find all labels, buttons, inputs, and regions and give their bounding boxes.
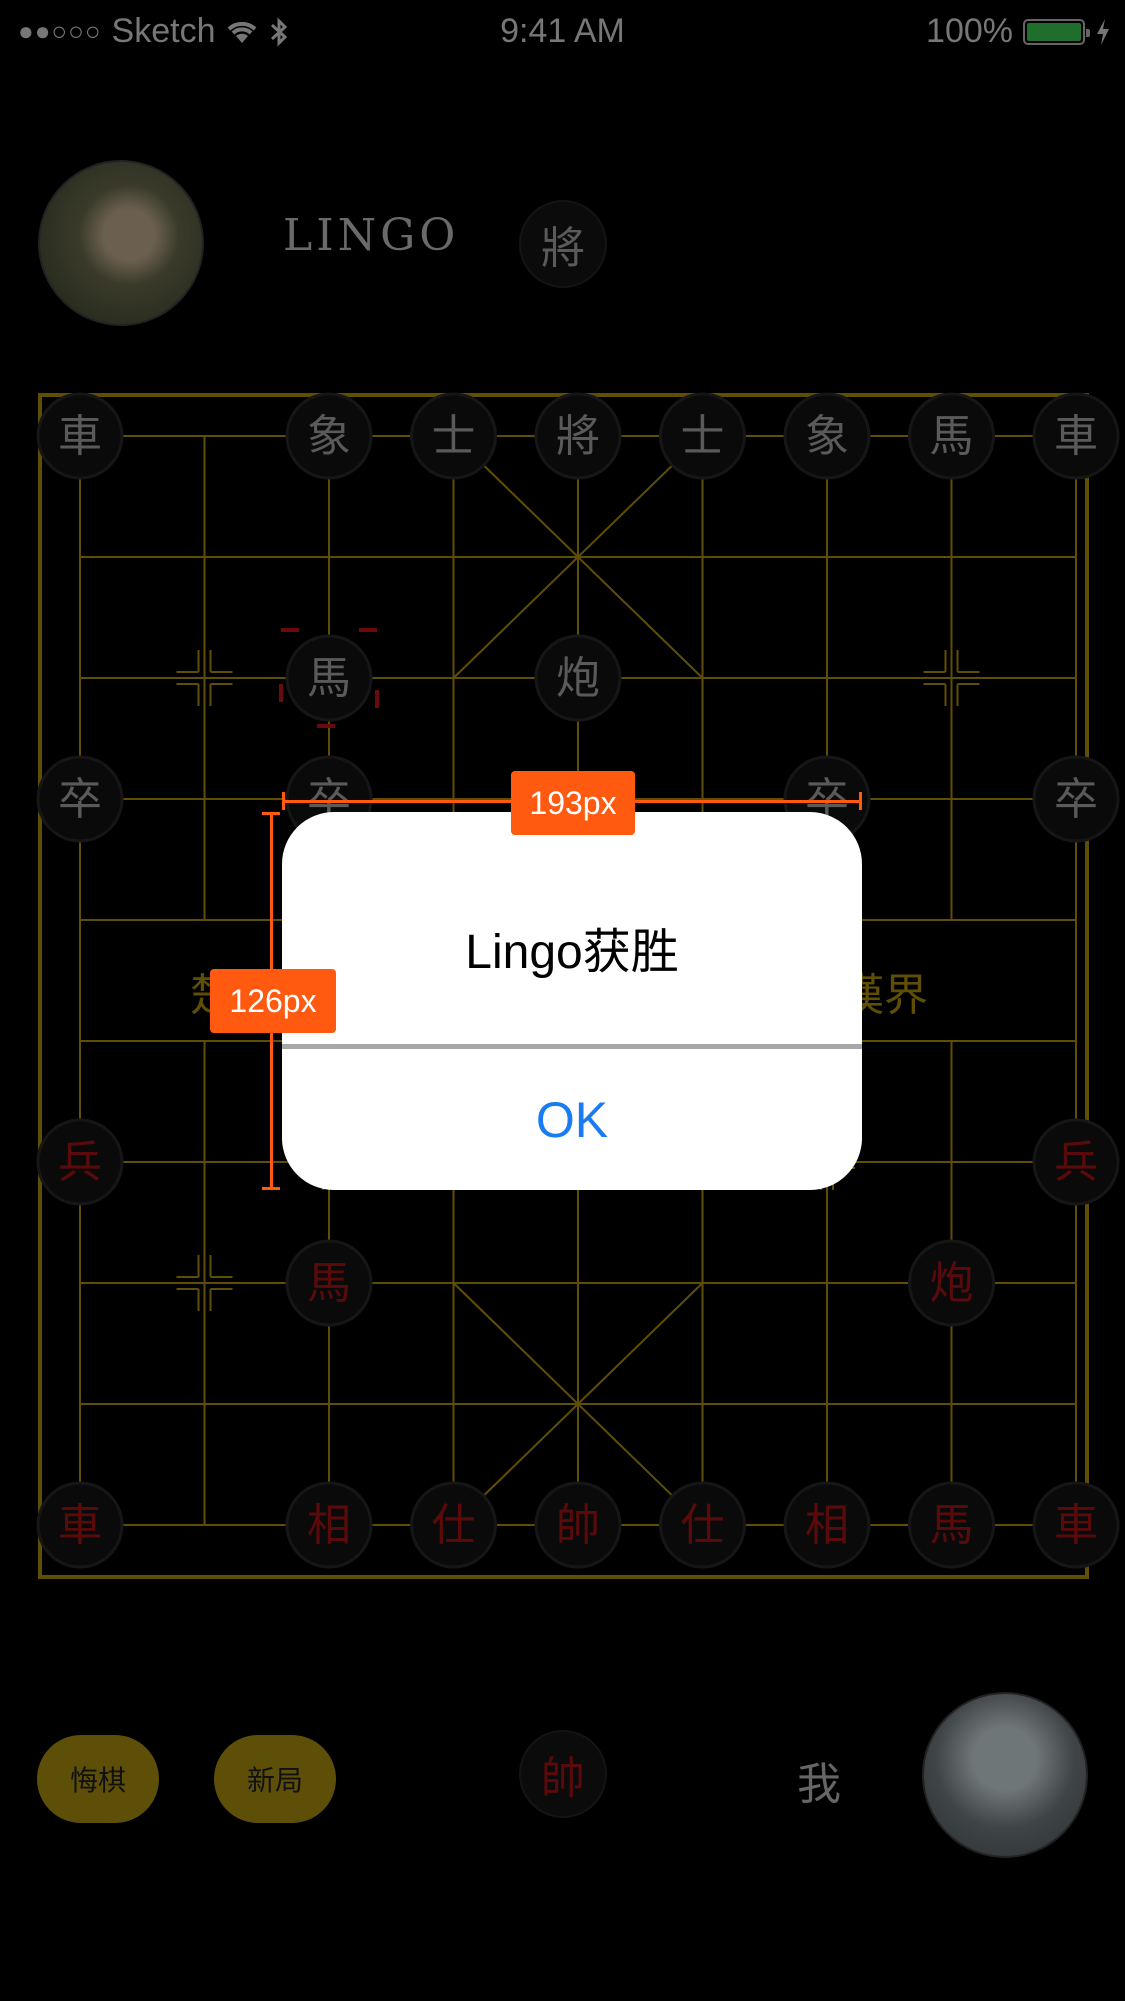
piece-label: 象 xyxy=(307,411,351,462)
red-piece[interactable]: 馬 xyxy=(908,1481,995,1569)
black-piece[interactable]: 卒 xyxy=(1032,755,1120,843)
piece-label: 士 xyxy=(432,411,476,462)
undo-button[interactable]: 悔棋 xyxy=(37,1735,159,1823)
piece-label: 車 xyxy=(58,411,102,462)
piece-label: 仕 xyxy=(681,1500,725,1551)
piece-label: 兵 xyxy=(1054,1137,1098,1188)
alert-title: Lingo获胜 xyxy=(465,926,679,979)
black-piece[interactable]: 車 xyxy=(1032,392,1120,480)
winner-alert: Lingo获胜 OK xyxy=(282,812,862,1190)
red-piece[interactable]: 仕 xyxy=(659,1481,746,1569)
piece-label: 兵 xyxy=(58,1137,102,1188)
piece-label: 卒 xyxy=(1054,774,1098,825)
piece-label: 車 xyxy=(1054,1500,1098,1551)
red-piece[interactable]: 馬 xyxy=(285,1239,373,1327)
black-piece[interactable]: 馬 xyxy=(279,628,379,728)
black-piece[interactable]: 象 xyxy=(285,392,373,480)
alert-ok-button[interactable]: OK xyxy=(282,1049,862,1190)
piece-label: 炮 xyxy=(556,653,600,704)
piece-label: 卒 xyxy=(58,774,102,825)
piece-label: 馬 xyxy=(930,411,974,462)
red-piece[interactable]: 相 xyxy=(285,1481,373,1569)
black-piece[interactable]: 將 xyxy=(534,392,622,480)
red-piece[interactable]: 車 xyxy=(1032,1481,1120,1569)
piece-label: 車 xyxy=(58,1500,102,1551)
width-measure-badge: 193px xyxy=(511,771,635,835)
piece-label: 象 xyxy=(805,411,849,462)
piece-label: 仕 xyxy=(432,1500,476,1551)
player-label: 我 xyxy=(797,1759,841,1810)
piece-label: 將 xyxy=(556,411,600,462)
piece-label: 帥 xyxy=(556,1500,600,1551)
black-piece[interactable]: 卒 xyxy=(36,755,124,843)
height-measure-tick-bottom xyxy=(262,1187,280,1190)
piece-label: 馬 xyxy=(930,1500,974,1551)
new-game-button[interactable]: 新局 xyxy=(214,1735,336,1823)
black-piece[interactable]: 馬 xyxy=(908,392,995,480)
red-piece[interactable]: 仕 xyxy=(410,1481,497,1569)
piece-label: 士 xyxy=(681,411,725,462)
piece-label: 相 xyxy=(307,1500,351,1551)
black-piece[interactable]: 士 xyxy=(410,392,497,480)
black-piece[interactable]: 象 xyxy=(783,392,871,480)
red-piece[interactable]: 相 xyxy=(783,1481,871,1569)
piece-label: 炮 xyxy=(930,1258,974,1309)
piece-label: 馬 xyxy=(307,653,351,704)
height-measure-badge: 126px xyxy=(210,969,336,1033)
black-piece[interactable]: 士 xyxy=(659,392,746,480)
width-measure-tick-left xyxy=(282,792,285,810)
height-measure-tick-top xyxy=(262,812,280,815)
red-piece[interactable]: 車 xyxy=(36,1481,124,1569)
piece-label: 車 xyxy=(1054,411,1098,462)
red-piece[interactable]: 兵 xyxy=(36,1118,124,1206)
width-measure-tick-right xyxy=(859,792,862,810)
red-piece[interactable]: 炮 xyxy=(908,1239,995,1327)
black-piece[interactable]: 炮 xyxy=(534,634,622,722)
black-piece[interactable]: 車 xyxy=(36,392,124,480)
player-turn-piece: 帥 xyxy=(521,1732,605,1816)
red-piece[interactable]: 帥 xyxy=(534,1481,622,1569)
red-piece[interactable]: 兵 xyxy=(1032,1118,1120,1206)
piece-label: 馬 xyxy=(307,1258,351,1309)
piece-label: 相 xyxy=(805,1500,849,1551)
player-avatar[interactable] xyxy=(922,1692,1088,1858)
